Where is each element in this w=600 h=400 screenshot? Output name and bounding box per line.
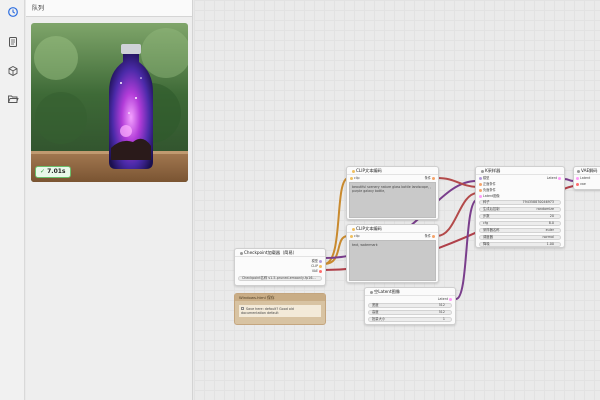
side-toolbar [0, 0, 25, 400]
height-widget[interactable]: 高度 512 [368, 310, 452, 315]
port-clip-in[interactable]: clip [349, 234, 360, 238]
node-title: CLIP文本编码 [356, 226, 382, 231]
empty-latent-node[interactable]: 空Latent图像 Latent 宽度 512 高度 512 批量大小 1 [364, 287, 456, 325]
node-title: Checkpoint加载器（简易） [244, 250, 297, 255]
history-icon[interactable] [6, 6, 19, 19]
port-vae-in[interactable]: vae [575, 182, 586, 186]
cube-icon[interactable] [6, 65, 19, 78]
note-node[interactable]: Windows.html 保存 Save here: default? Good… [234, 293, 326, 325]
port-samples-in[interactable]: Latent [575, 176, 590, 180]
check-icon: ✓ [40, 168, 46, 175]
port-cond-out[interactable]: 条件 [425, 176, 436, 180]
denoise-widget[interactable]: 降噪 1.00 [479, 242, 561, 247]
control-after-generate-widget[interactable]: 生成后控制 randomize [479, 207, 561, 212]
port-positive-in[interactable]: 正面条件 [478, 182, 496, 186]
cfg-widget[interactable]: cfg 8.0 [479, 221, 561, 226]
port-negative-in[interactable]: 负面条件 [478, 188, 496, 192]
duration-badge: ✓ 7.01s [35, 166, 71, 178]
vae-decode-node[interactable]: VAE解码 Latent vae [573, 166, 600, 190]
folder-open-icon[interactable] [6, 93, 19, 106]
node-title: VAE解码 [581, 168, 598, 173]
checkpoint-loader-node[interactable]: Checkpoint加载器（简易） 模型 CLIP VAE Checkpoint… [234, 248, 326, 286]
port-latent-out[interactable]: Latent [438, 297, 453, 301]
node-title: CLIP文本编码 [356, 168, 382, 173]
port-model-in[interactable]: 模型 [478, 176, 489, 180]
queue-panel: 队列 ✓ 7.01s [26, 0, 193, 400]
port-latent-out[interactable]: Latent [547, 176, 562, 180]
book-icon[interactable] [6, 36, 19, 49]
seed-widget[interactable]: 种子 794358870046973 [479, 200, 561, 205]
duration-text: 7.01s [47, 168, 66, 175]
note-title: Windows.html 保存 [235, 294, 325, 301]
width-widget[interactable]: 宽度 512 [368, 303, 452, 308]
prompt-textarea[interactable]: text, watermark [349, 240, 436, 281]
scheduler-widget[interactable]: 调度器 normal [479, 235, 561, 240]
port-latent-in[interactable]: Latent图像 [478, 194, 500, 198]
port-vae-out[interactable]: VAE [312, 269, 323, 273]
workflow-canvas[interactable]: CLIP文本编码 clip 条件 beautiful scenery natur… [194, 0, 600, 400]
steps-widget[interactable]: 步数 20 [479, 214, 561, 219]
node-title: K采样器 [485, 168, 501, 173]
port-clip-in[interactable]: clip [349, 176, 360, 180]
output-image[interactable]: ✓ 7.01s [31, 23, 188, 182]
node-title: 空Latent图像 [374, 289, 400, 294]
note-body[interactable]: Save here: default? Good old documentati… [239, 305, 321, 317]
prompt-textarea[interactable]: beautiful scenery nature glass bottle la… [349, 182, 436, 218]
port-clip-out[interactable]: CLIP [311, 264, 323, 268]
batch-widget[interactable]: 批量大小 1 [368, 317, 452, 322]
ckpt-name-select[interactable]: Checkpoint名称 v1-5-pruned-emaonly-fp16... [238, 276, 322, 281]
port-cond-out[interactable]: 条件 [425, 234, 436, 238]
queue-title: 队列 [26, 0, 192, 17]
sampler-name-widget[interactable]: 采样器名称 euler [479, 228, 561, 233]
clip-text-encode-positive[interactable]: CLIP文本编码 clip 条件 beautiful scenery natur… [346, 166, 439, 220]
ksampler-node[interactable]: K采样器 模型 正面条件 负面条件 Latent图像 Latent 种子 7943… [475, 166, 565, 248]
clip-text-encode-negative[interactable]: CLIP文本编码 clip 条件 text, watermark [346, 224, 439, 283]
port-model-out[interactable]: 模型 [312, 259, 323, 263]
